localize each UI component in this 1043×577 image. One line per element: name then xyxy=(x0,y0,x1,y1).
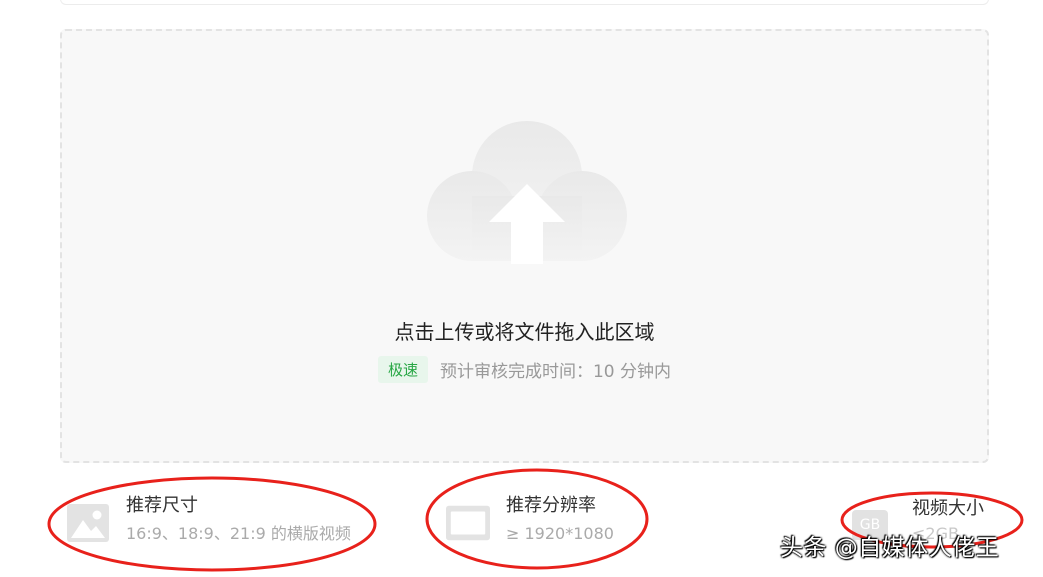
requirement-size: 推荐尺寸 16:9、18:9、21:9 的横版视频 xyxy=(66,493,351,549)
review-info: 极速 预计审核完成时间：10 分钟内 xyxy=(62,356,987,383)
watermark: 头条 @自媒体人佬王 xyxy=(780,535,1000,561)
upload-dropzone[interactable]: 点击上传或将文件拖入此区域 极速 预计审核完成时间：10 分钟内 xyxy=(60,29,989,463)
speed-badge: 极速 xyxy=(377,356,428,383)
requirement-title: 推荐尺寸 xyxy=(126,495,198,516)
upload-page: 点击上传或将文件拖入此区域 极速 预计审核完成时间：10 分钟内 推荐尺寸 16… xyxy=(0,0,1043,577)
requirement-value: ≥ 1920*1080 xyxy=(506,524,614,543)
requirement-title: 视频大小 xyxy=(912,498,984,519)
requirement-title: 推荐分辨率 xyxy=(506,495,596,516)
requirement-resolution: 推荐分辨率 ≥ 1920*1080 xyxy=(446,493,614,549)
top-card xyxy=(60,0,989,5)
cloud-upload-icon xyxy=(427,121,627,264)
upload-instruction: 点击上传或将文件拖入此区域 xyxy=(394,320,655,344)
image-icon xyxy=(66,503,110,543)
requirement-value: 16:9、18:9、21:9 的横版视频 xyxy=(126,524,351,543)
screen-icon xyxy=(446,503,490,543)
review-time-text: 预计审核完成时间：10 分钟内 xyxy=(439,362,672,382)
